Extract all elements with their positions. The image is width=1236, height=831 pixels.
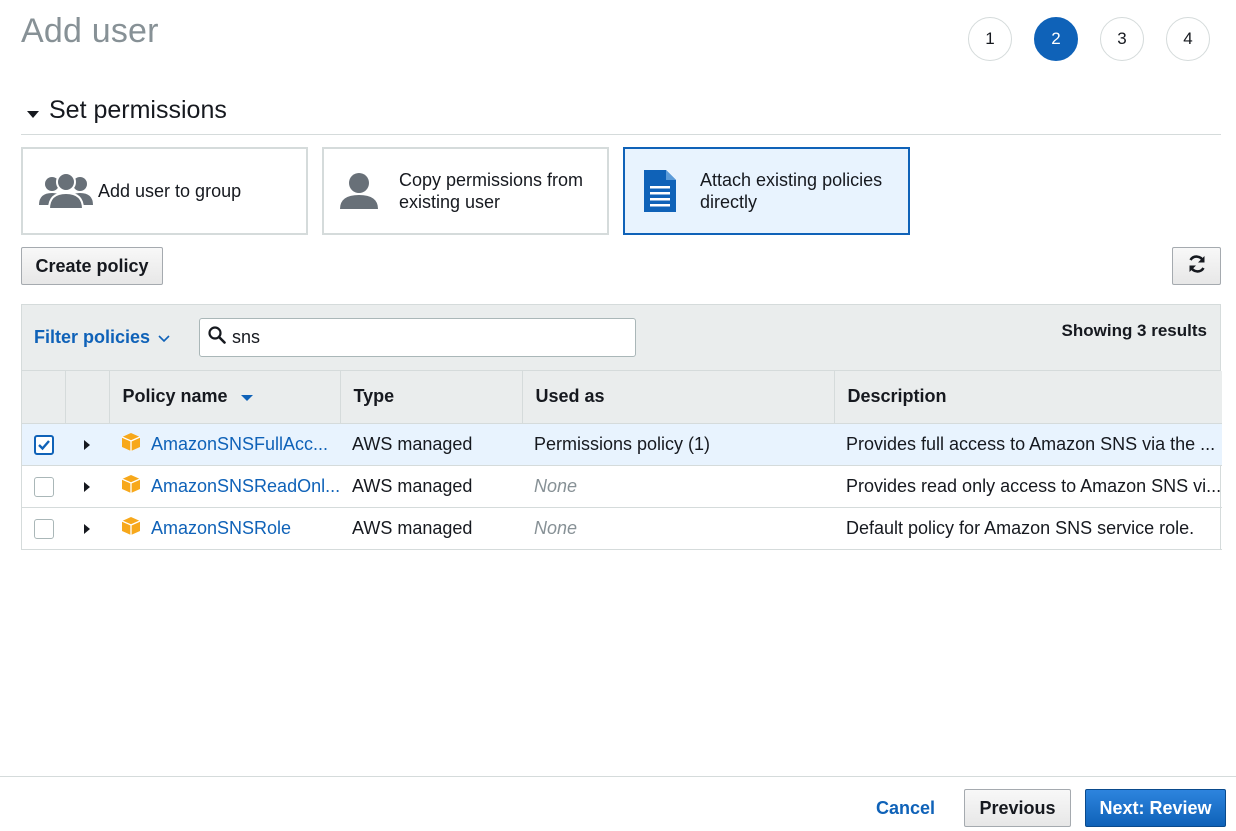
policy-icon <box>121 516 141 541</box>
user-icon <box>339 171 399 211</box>
policy-name-link[interactable]: AmazonSNSRole <box>151 518 291 539</box>
expand-arrow-icon[interactable] <box>84 439 90 450</box>
policy-used-as: Permissions policy (1) <box>522 423 834 466</box>
refresh-icon <box>1187 254 1207 279</box>
search-icon <box>208 326 226 349</box>
step-3[interactable]: 3 <box>1100 17 1144 61</box>
next-review-button[interactable]: Next: Review <box>1085 789 1226 827</box>
policy-name-link[interactable]: AmazonSNSFullAcc... <box>151 434 328 455</box>
column-header-used-as[interactable]: Used as <box>522 371 835 424</box>
select-column-header <box>22 371 66 424</box>
policy-description: Provides read only access to Amazon SNS … <box>834 465 1222 508</box>
policy-used-as: None <box>522 507 834 550</box>
refresh-button[interactable] <box>1172 247 1221 285</box>
section-header[interactable]: Set permissions <box>21 96 1221 135</box>
policy-type: AWS managed <box>340 423 522 466</box>
users-group-icon <box>38 171 98 211</box>
table-row[interactable]: AmazonSNSRole AWS managed None Default p… <box>22 507 1222 550</box>
filter-policies-dropdown[interactable]: Filter policies <box>34 327 170 348</box>
policy-name-link[interactable]: AmazonSNSReadOnl... <box>151 476 340 497</box>
column-header-type[interactable]: Type <box>340 371 523 424</box>
previous-button[interactable]: Previous <box>964 789 1071 827</box>
tile-attach-policies[interactable]: Attach existing policies directly <box>623 147 910 235</box>
policy-icon <box>121 432 141 457</box>
table-row[interactable]: AmazonSNSReadOnl... AWS managed None Pro… <box>22 465 1222 508</box>
policy-description: Provides full access to Amazon SNS via t… <box>834 423 1222 466</box>
policy-type: AWS managed <box>340 465 522 508</box>
wizard-footer: Cancel Previous Next: Review <box>0 776 1236 831</box>
policy-used-as: None <box>522 465 834 508</box>
tile-label: Copy permissions from existing user <box>399 170 584 212</box>
policies-grid: Policy name Type Used as Description Ama <box>22 371 1222 550</box>
permission-options: Add user to group Copy permissions from … <box>21 147 910 235</box>
table-row[interactable]: AmazonSNSFullAcc... AWS managed Permissi… <box>22 423 1222 466</box>
tile-add-user-to-group[interactable]: Add user to group <box>21 147 308 235</box>
document-icon <box>640 168 700 214</box>
filter-bar: Filter policies Showing 3 results <box>22 305 1220 371</box>
tile-label: Attach existing policies directly <box>700 170 883 212</box>
page-title: Add user <box>21 12 159 50</box>
wizard-steps: 1 2 3 4 <box>968 17 1210 61</box>
step-4[interactable]: 4 <box>1166 17 1210 61</box>
results-count: Showing 3 results <box>1061 321 1207 340</box>
row-checkbox[interactable] <box>34 518 54 539</box>
step-1[interactable]: 1 <box>968 17 1012 61</box>
policies-table: Filter policies Showing 3 results <box>21 304 1222 550</box>
search-input[interactable] <box>232 327 612 348</box>
row-checkbox[interactable] <box>34 434 54 455</box>
create-policy-button[interactable]: Create policy <box>21 247 163 285</box>
policy-type: AWS managed <box>340 507 522 550</box>
step-2[interactable]: 2 <box>1034 17 1078 61</box>
search-box[interactable] <box>199 318 636 357</box>
expand-arrow-icon[interactable] <box>84 481 90 492</box>
tile-label: Add user to group <box>98 181 242 201</box>
chevron-down-icon <box>158 327 170 348</box>
policy-description: Default policy for Amazon SNS service ro… <box>834 507 1222 550</box>
policy-icon <box>121 474 141 499</box>
expand-column-header <box>65 371 110 424</box>
column-header-description[interactable]: Description <box>834 371 1222 424</box>
tile-copy-permissions[interactable]: Copy permissions from existing user <box>322 147 609 235</box>
cancel-link[interactable]: Cancel <box>876 798 935 819</box>
filter-label: Filter policies <box>34 327 151 347</box>
column-header-policy-name[interactable]: Policy name <box>109 371 341 424</box>
caret-down-icon[interactable] <box>27 111 39 118</box>
section-title: Set permissions <box>49 96 227 124</box>
row-checkbox[interactable] <box>34 476 54 497</box>
expand-arrow-icon[interactable] <box>84 523 90 534</box>
table-header-row: Policy name Type Used as Description <box>22 371 1222 424</box>
sort-desc-icon <box>240 394 253 401</box>
